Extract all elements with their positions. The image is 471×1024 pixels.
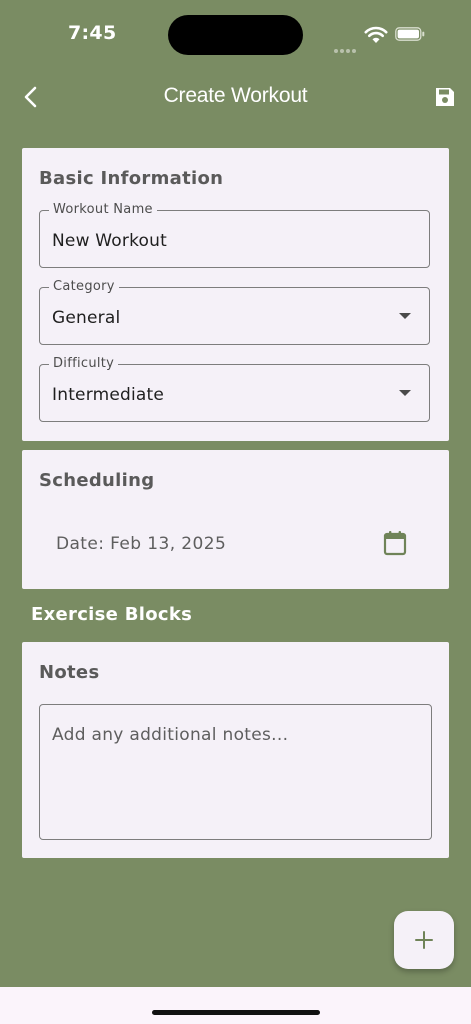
basic-info-card: Basic Information Workout Name New Worko… [22,148,449,441]
status-bar: 7:45 [0,0,471,70]
difficulty-value: Intermediate [52,385,165,405]
notes-title: Notes [39,662,100,683]
signal-icon [334,38,358,57]
notes-placeholder: Add any additional notes... [52,725,289,745]
calendar-icon[interactable] [383,530,407,556]
status-time: 7:45 [68,22,117,44]
notes-card: Notes Add any additional notes... [22,642,449,858]
caret-down-icon [399,390,411,396]
exercise-blocks-heading: Exercise Blocks [31,604,193,625]
add-exercise-block-button[interactable] [394,911,454,969]
scheduled-date: Date: Feb 13, 2025 [56,534,227,554]
caret-down-icon [399,313,411,319]
difficulty-select[interactable]: Difficulty Intermediate [39,356,430,422]
workout-name-value: New Workout [52,231,167,251]
date-picker-row[interactable]: Date: Feb 13, 2025 [39,524,430,564]
category-label: Category [49,279,119,295]
workout-name-field[interactable]: Workout Name New Workout [39,202,430,268]
scheduling-card: Scheduling Date: Feb 13, 2025 [22,450,449,589]
battery-icon [395,27,425,41]
difficulty-label: Difficulty [49,356,119,372]
save-icon[interactable] [434,86,456,108]
workout-name-label: Workout Name [49,202,157,218]
app-bar: Create Workout [0,70,471,126]
page-title: Create Workout [163,84,308,107]
scheduling-title: Scheduling [39,470,155,491]
home-indicator[interactable] [152,1010,320,1015]
category-select[interactable]: Category General [39,279,430,345]
wifi-icon [364,26,388,43]
category-value: General [52,308,121,328]
plus-icon [415,931,433,949]
bottom-safe-area [0,987,471,1024]
dynamic-island [168,15,303,55]
basic-info-title: Basic Information [39,168,224,189]
notes-textarea[interactable]: Add any additional notes... [39,704,432,840]
